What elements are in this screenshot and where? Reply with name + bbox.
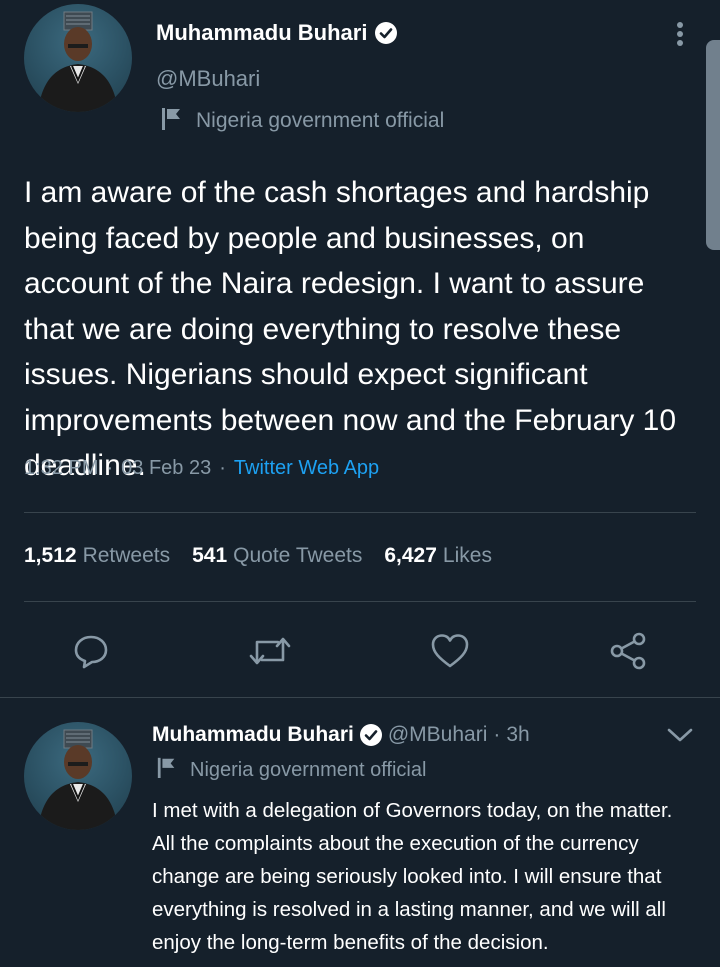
tweet-time[interactable]: 1:32 PM — [24, 457, 98, 480]
author-name[interactable]: Muhammadu Buhari — [152, 723, 354, 747]
tweet-text: I am aware of the cash shortages and har… — [24, 176, 677, 482]
share-icon[interactable] — [606, 630, 650, 672]
flag-icon — [156, 756, 178, 784]
divider — [24, 512, 696, 513]
account-label-text: Nigeria government official — [190, 758, 427, 781]
separator-dot: · — [106, 457, 114, 479]
more-vertical-icon[interactable] — [668, 18, 692, 50]
separator-dot: · — [493, 723, 501, 746]
verified-badge-icon — [375, 22, 398, 44]
retweets-count[interactable]: 1,512 — [24, 544, 77, 568]
retweet-icon[interactable] — [248, 630, 292, 672]
heart-icon[interactable] — [428, 630, 472, 672]
quotes-count[interactable]: 541 — [192, 544, 227, 568]
reply-icon[interactable] — [70, 630, 112, 672]
reply-tweet[interactable]: Muhammadu Buhari @MBuhari · 3h Nigeria g… — [0, 698, 720, 967]
avatar[interactable] — [24, 722, 132, 830]
account-label-text: Nigeria government official — [196, 109, 445, 132]
retweets-label[interactable]: Retweets — [83, 544, 171, 568]
tweet-source-link[interactable]: Twitter Web App — [234, 457, 379, 480]
timestamp-row: 1:32 PM · 03 Feb 23 · Twitter Web App — [24, 457, 379, 480]
avatar-portrait — [38, 11, 118, 112]
author-row: Muhammadu Buhari — [156, 18, 398, 48]
chevron-down-icon[interactable] — [664, 722, 696, 748]
separator-dot: · — [219, 457, 226, 479]
reply-header: Muhammadu Buhari @MBuhari · 3h — [152, 720, 530, 750]
main-tweet: Muhammadu Buhari @MBuhari Nigeria govern… — [0, 0, 720, 700]
tweet-time-ago[interactable]: 3h — [506, 723, 529, 747]
reply-text: I met with a delegation of Governors tod… — [152, 799, 673, 954]
likes-count[interactable]: 6,427 — [384, 544, 437, 568]
flag-icon — [160, 106, 184, 136]
account-label: Nigeria government official — [156, 756, 426, 784]
avatar-portrait — [38, 729, 118, 830]
verified-badge-icon — [359, 724, 382, 746]
likes-label[interactable]: Likes — [443, 544, 492, 568]
quotes-label[interactable]: Quote Tweets — [233, 544, 362, 568]
stats-row: 1,512 Retweets 541 Quote Tweets 6,427 Li… — [24, 544, 514, 568]
tweet-date[interactable]: 03 Feb 23 — [121, 457, 211, 480]
account-label: Nigeria government official — [160, 106, 444, 136]
divider — [24, 601, 696, 602]
author-name[interactable]: Muhammadu Buhari — [156, 20, 367, 46]
author-handle[interactable]: @MBuhari — [388, 723, 488, 747]
avatar[interactable] — [24, 4, 132, 112]
author-handle[interactable]: @MBuhari — [156, 66, 260, 92]
